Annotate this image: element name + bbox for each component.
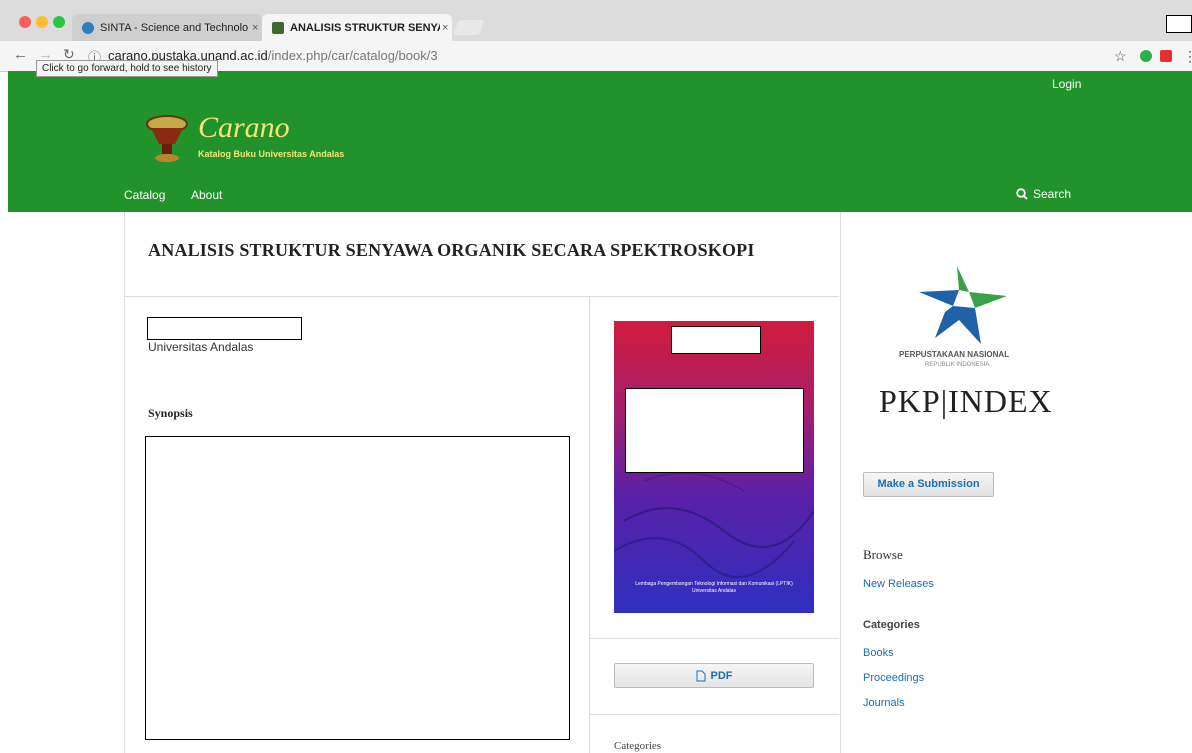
back-icon[interactable]: ←: [13, 46, 28, 63]
category-proceedings-link[interactable]: Proceedings: [863, 672, 924, 684]
search-label: Search: [1033, 187, 1072, 201]
perpustakaan-nasional-logo-icon: [919, 266, 1007, 344]
tab-close-icon[interactable]: ×: [442, 22, 448, 34]
youtube-extension-icon[interactable]: [1160, 50, 1172, 62]
close-window-button[interactable]: [19, 16, 31, 28]
category-journals-link[interactable]: Journals: [863, 697, 905, 709]
maximize-window-button[interactable]: [53, 16, 65, 28]
tab-analisis[interactable]: ANALISIS STRUKTUR SENYAW ×: [262, 14, 452, 41]
new-releases-link[interactable]: New Releases: [863, 578, 934, 590]
login-link[interactable]: Login: [1052, 77, 1081, 91]
sinta-favicon-icon: [82, 21, 94, 34]
tab-close-icon[interactable]: ×: [252, 22, 258, 34]
grammarly-icon[interactable]: [1140, 50, 1152, 62]
categories-label: Categories: [614, 740, 662, 752]
pkp-index-logo[interactable]: PKP|INDEX: [879, 383, 1053, 420]
carano-logo-icon: [146, 115, 188, 162]
divider: [125, 296, 839, 297]
categories-heading: Categories: [863, 619, 920, 631]
synopsis-heading: Synopsis: [148, 406, 193, 420]
bookmark-star-icon[interactable]: ☆: [1114, 48, 1127, 65]
url-path: /index.php/car/catalog/book/3: [267, 48, 438, 63]
search-link[interactable]: Search: [1016, 187, 1071, 201]
brand-tagline: Katalog Buku Universitas Andalas: [198, 149, 345, 159]
menu-kebab-icon[interactable]: ⋮: [1183, 48, 1192, 65]
redacted-box: [1166, 15, 1192, 33]
search-icon: [1016, 188, 1028, 200]
tab-title: ANALISIS STRUKTUR SENYAW: [290, 21, 440, 34]
divider: [589, 297, 590, 753]
perpusnas-caption: PERPUSTAKAAN NASIONAL: [899, 350, 1010, 359]
author-affiliation: Universitas Andalas: [148, 340, 254, 354]
file-icon: [696, 670, 705, 681]
redacted-synopsis: [145, 436, 570, 740]
pdf-download-button[interactable]: PDF: [614, 663, 814, 688]
site-header: Login Carano Katalog Buku Universitas An…: [8, 71, 1192, 212]
redacted-cover-author: [671, 326, 761, 354]
tab-sinta[interactable]: SINTA - Science and Technolo ×: [72, 14, 262, 41]
nav-catalog[interactable]: Catalog: [124, 188, 165, 202]
forward-tooltip: Click to go forward, hold to see history: [36, 60, 218, 77]
perpusnas-subcaption: REPUBLIK INDONESIA: [925, 362, 990, 368]
browse-heading: Browse: [863, 547, 903, 562]
carano-favicon-icon: [272, 21, 284, 34]
cover-publisher-text: Lembaga Pengembangan Teknologi Informasi…: [635, 581, 793, 594]
browser-tab-bar: SINTA - Science and Technolo × ANALISIS …: [0, 0, 1192, 41]
brand-name[interactable]: Carano: [198, 111, 290, 145]
divider: [590, 638, 839, 639]
minimize-window-button[interactable]: [36, 16, 48, 28]
category-books-link[interactable]: Books: [863, 647, 894, 659]
book-title: ANALISIS STRUKTUR SENYAWA ORGANIK SECARA…: [148, 240, 755, 260]
new-tab-button[interactable]: [453, 20, 485, 35]
redacted-cover-title: [625, 388, 804, 473]
tab-title: SINTA - Science and Technolo: [100, 21, 249, 34]
redacted-author: [147, 317, 302, 340]
make-submission-button[interactable]: Make a Submission: [863, 472, 994, 497]
nav-about[interactable]: About: [191, 188, 222, 202]
divider: [590, 714, 839, 715]
pdf-label: PDF: [710, 669, 733, 682]
